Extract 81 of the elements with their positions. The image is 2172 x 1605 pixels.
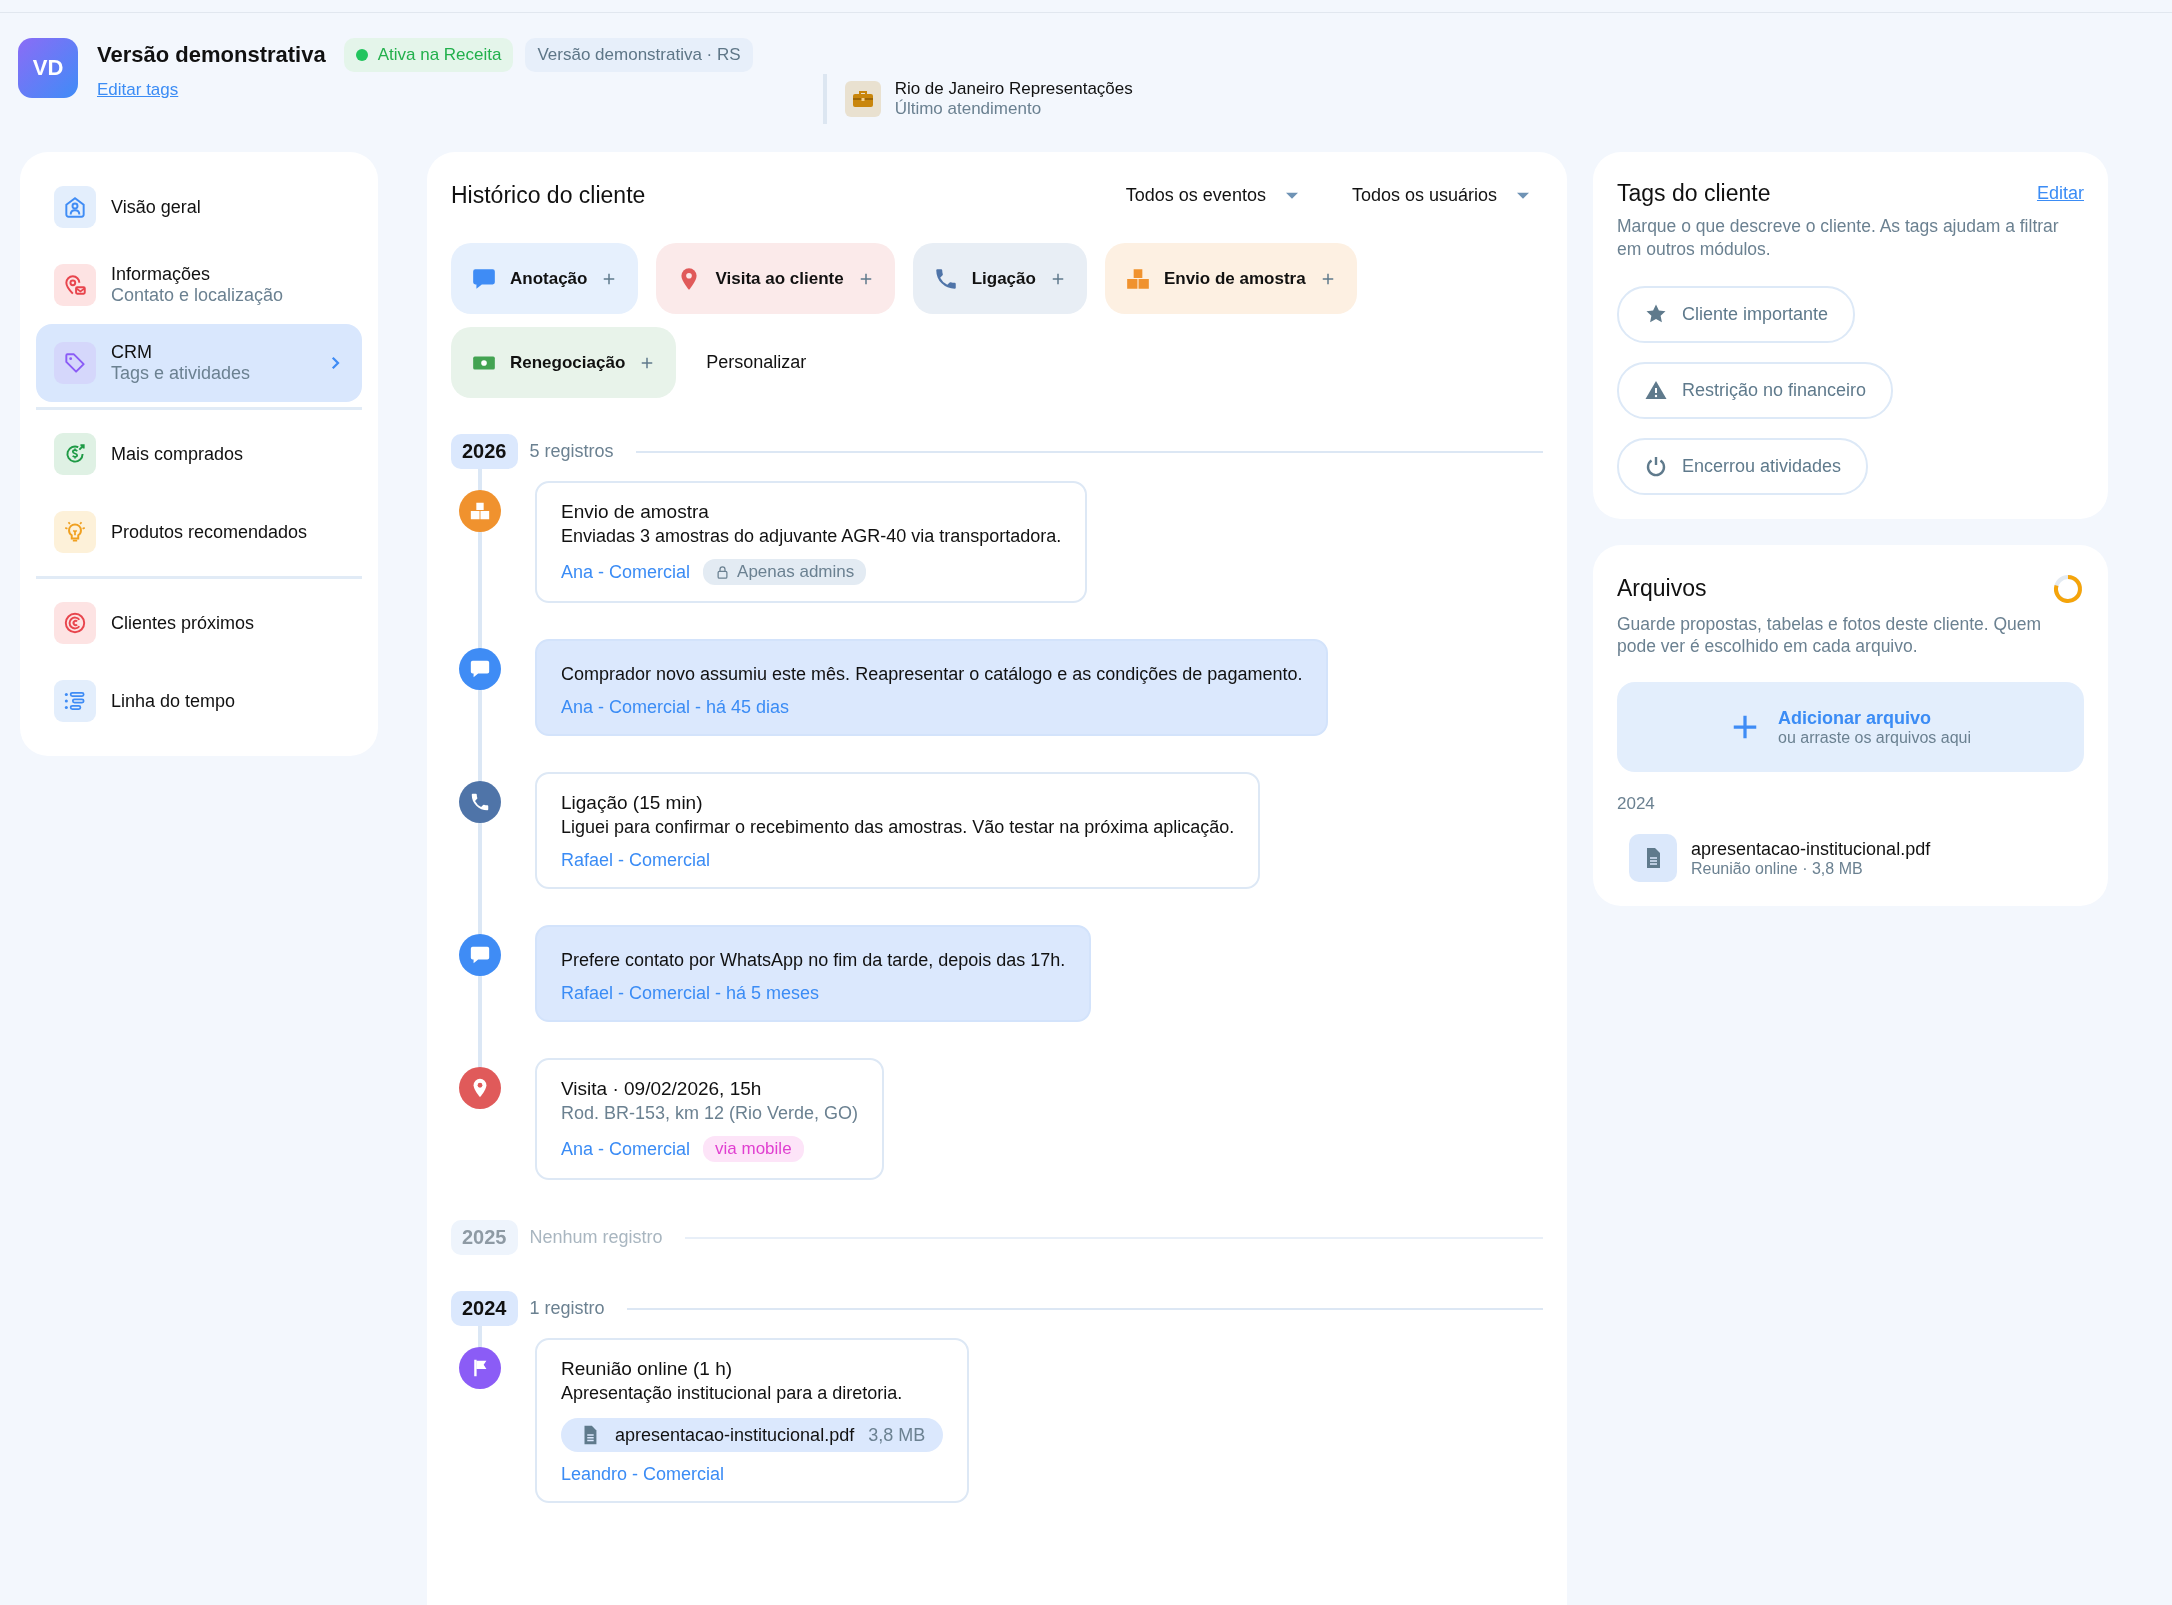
year-label: 2026	[451, 434, 518, 469]
company-name: Rio de Janeiro Representações	[894, 79, 1133, 99]
sidebar-sublabel: Tags e atividades	[111, 363, 252, 384]
sidebar-label: Visão geral	[111, 196, 202, 218]
last-contact-caption: Último atendimento	[894, 99, 1043, 119]
version-badge: Versão demonstrativa · RS	[525, 38, 753, 72]
document-icon	[1629, 834, 1677, 882]
file-name[interactable]: apresentacao-institucional.pdf	[1691, 838, 1931, 860]
sidebar-item[interactable]: CRM Tags e atividades	[36, 324, 362, 402]
year-label: 2024	[1617, 794, 1656, 814]
sidebar-label: Linha do tempo	[111, 690, 237, 712]
sidebar-item[interactable]: Mais comprados	[36, 415, 362, 493]
sidebar-label: Mais comprados	[111, 443, 245, 465]
sidebar-sublabel: Contato e localização	[111, 285, 285, 306]
event-title: Visita · 09/02/2026, 15h	[561, 1078, 763, 1100]
briefcase-icon	[844, 81, 881, 117]
attachment-chip[interactable]: apresentacao-institucional.pdf 3,8 MB	[561, 1418, 944, 1452]
avatar: VD	[18, 38, 78, 98]
card-title: Arquivos	[1617, 575, 1707, 602]
tag-chip[interactable]: Restrição no financeiro	[1617, 361, 1894, 419]
status-badge: Ativa na Receita	[343, 38, 514, 72]
card-title: Tags do cliente	[1617, 180, 1771, 207]
record-count: 1 registro	[529, 1298, 605, 1319]
add-event-button[interactable]: Renegociação	[451, 327, 677, 398]
tag-chip[interactable]: Encerrou atividades	[1617, 437, 1869, 495]
phone-icon	[459, 781, 501, 823]
year-label: 2025	[451, 1220, 518, 1255]
attachment-size: 3,8 MB	[868, 1424, 926, 1446]
add-event-button[interactable]: Anotação	[451, 243, 639, 314]
upload-label: Adicionar arquivo	[1778, 707, 1933, 729]
record-count: 5 registros	[529, 441, 614, 462]
event-text: Comprador novo assumiu este mês. Reapresentar o catálogo e as condições de pagamento.	[561, 664, 1303, 685]
event-title: Envio de amostra	[561, 501, 710, 523]
attachment-name: apresentacao-institucional.pdf	[615, 1424, 855, 1446]
visibility-badge: Apenas admins	[703, 559, 867, 585]
pin-mail-icon	[54, 264, 96, 306]
event-text: Prefere contato por WhatsApp no fim da tarde, depois das 17h.	[561, 950, 1066, 971]
add-event-button[interactable]: Envio de amostra	[1104, 243, 1357, 314]
lightbulb-icon	[54, 511, 96, 553]
sidebar-label: Clientes próximos	[111, 612, 256, 634]
source-badge: via mobile	[703, 1136, 804, 1162]
tag-icon	[54, 342, 96, 384]
add-event-button[interactable]: Visita ao cliente	[656, 243, 895, 314]
chat-icon	[459, 648, 501, 690]
upload-hint: ou arraste os arquivos aqui	[1778, 728, 1971, 747]
sidebar-item[interactable]: Clientes próximos	[36, 584, 362, 662]
spinner-icon	[2052, 572, 2084, 605]
sidebar-item[interactable]: Linha do tempo	[36, 662, 362, 740]
sidebar-item[interactable]: Informações Contato e localização	[36, 246, 362, 324]
event-text: Apresentação institucional para a diretoria.	[561, 1383, 904, 1404]
panel-title: Histórico do cliente	[451, 182, 647, 209]
client-title: Versão demonstrativa	[97, 42, 326, 68]
sidebar-label: Informações	[111, 264, 212, 285]
house-person-icon	[54, 186, 96, 228]
customize-button[interactable]: Personalizar	[694, 352, 819, 373]
chat-icon	[459, 934, 501, 976]
boxes-icon	[459, 490, 501, 532]
target-icon	[54, 602, 96, 644]
tag-chip[interactable]: Cliente importante	[1617, 285, 1856, 343]
year-label: 2024	[451, 1291, 518, 1326]
upload-area[interactable]: Adicionar arquivo ou arraste os arquivos aqui	[1617, 682, 2084, 772]
flag-icon	[459, 1347, 501, 1389]
event-text: Enviadas 3 amostras do adjuvante AGR-40 via transportadora.	[561, 526, 1062, 547]
sidebar-label: Produtos recomendados	[111, 521, 309, 543]
add-event-button[interactable]: Ligação	[912, 243, 1087, 314]
power-icon	[1644, 454, 1668, 478]
event-title: Ligação (15 min)	[561, 792, 704, 814]
card-description: Guarde propostas, tabelas e fotos deste cliente. Quem pode ver é escolhido em cada arquivo.	[1617, 612, 2043, 658]
event-title: Reunião online (1 h)	[561, 1358, 734, 1380]
sidebar-item[interactable]: Visão geral	[36, 168, 362, 246]
event-address: Rod. BR-153, km 12 (Rio Verde, GO)	[561, 1103, 859, 1124]
pin-icon	[459, 1067, 501, 1109]
file-meta: Reunião online · 3,8 MB	[1691, 859, 1864, 878]
filter-dropdown[interactable]: Todos os eventos	[1125, 185, 1300, 206]
list-icon	[54, 680, 96, 722]
filter-dropdown[interactable]: Todos os usuários	[1351, 185, 1531, 206]
sidebar-item[interactable]: Produtos recomendados	[36, 493, 362, 571]
sidebar-label: CRM	[111, 342, 153, 363]
record-count: Nenhum registro	[529, 1227, 663, 1248]
card-description: Marque o que descreve o cliente. As tags ajudam a filtrar em outros módulos.	[1617, 215, 2060, 261]
event-text: Liguei para confirmar o recebimento das amostras. Vão testar na próxima aplicação.	[561, 817, 1235, 838]
